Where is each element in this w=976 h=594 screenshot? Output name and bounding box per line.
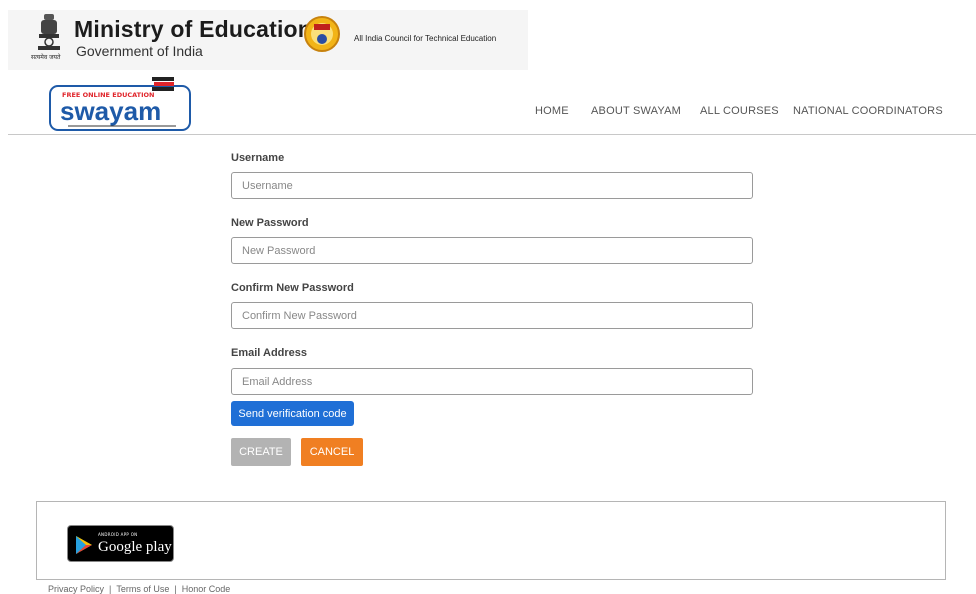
honor-code-link[interactable]: Honor Code — [182, 584, 231, 594]
nav-national-coordinators[interactable]: NATIONAL COORDINATORS — [793, 105, 943, 117]
send-verification-code-button[interactable]: Send verification code — [231, 401, 354, 426]
nav-all-courses[interactable]: ALL COURSES — [700, 105, 779, 117]
username-input[interactable] — [231, 172, 753, 199]
footer-separator: | — [174, 584, 177, 594]
aicte-label: All India Council for Technical Educatio… — [354, 34, 497, 43]
confirm-password-input[interactable] — [231, 302, 753, 329]
confirm-password-label: Confirm New Password — [231, 282, 354, 294]
ministry-subtitle: Government of India — [76, 43, 203, 59]
ministry-title: Ministry of Education — [74, 16, 313, 42]
nav-divider — [8, 134, 976, 135]
logo-name: swayam — [60, 96, 161, 126]
new-password-input[interactable] — [231, 237, 753, 264]
username-label: Username — [231, 152, 285, 164]
email-input[interactable] — [231, 368, 753, 395]
terms-of-use-link[interactable]: Terms of Use — [116, 584, 169, 594]
new-password-label: New Password — [231, 217, 309, 229]
nav-home[interactable]: HOME — [535, 105, 569, 117]
privacy-policy-link[interactable]: Privacy Policy — [48, 584, 104, 594]
national-emblem-icon — [38, 14, 60, 50]
google-play-icon — [76, 536, 92, 554]
aicte-logo-icon — [304, 16, 340, 52]
google-play-caption: ANDROID APP ON — [98, 532, 138, 537]
emblem-caption: सत्यमेव जयते — [31, 54, 61, 61]
cancel-button[interactable]: CANCEL — [301, 438, 363, 466]
google-play-label: Google play — [98, 539, 172, 555]
create-button[interactable]: CREATE — [231, 438, 291, 466]
swayam-logo[interactable]: FREE ONLINE EDUCATION swayam — [48, 77, 192, 133]
google-play-badge[interactable]: ANDROID APP ON Google play — [67, 525, 174, 562]
footer-separator: | — [109, 584, 112, 594]
nav-about-swayam[interactable]: ABOUT SWAYAM — [591, 105, 681, 117]
email-label: Email Address — [231, 347, 308, 359]
footer-links: Privacy Policy | Terms of Use | Honor Code — [48, 584, 230, 594]
